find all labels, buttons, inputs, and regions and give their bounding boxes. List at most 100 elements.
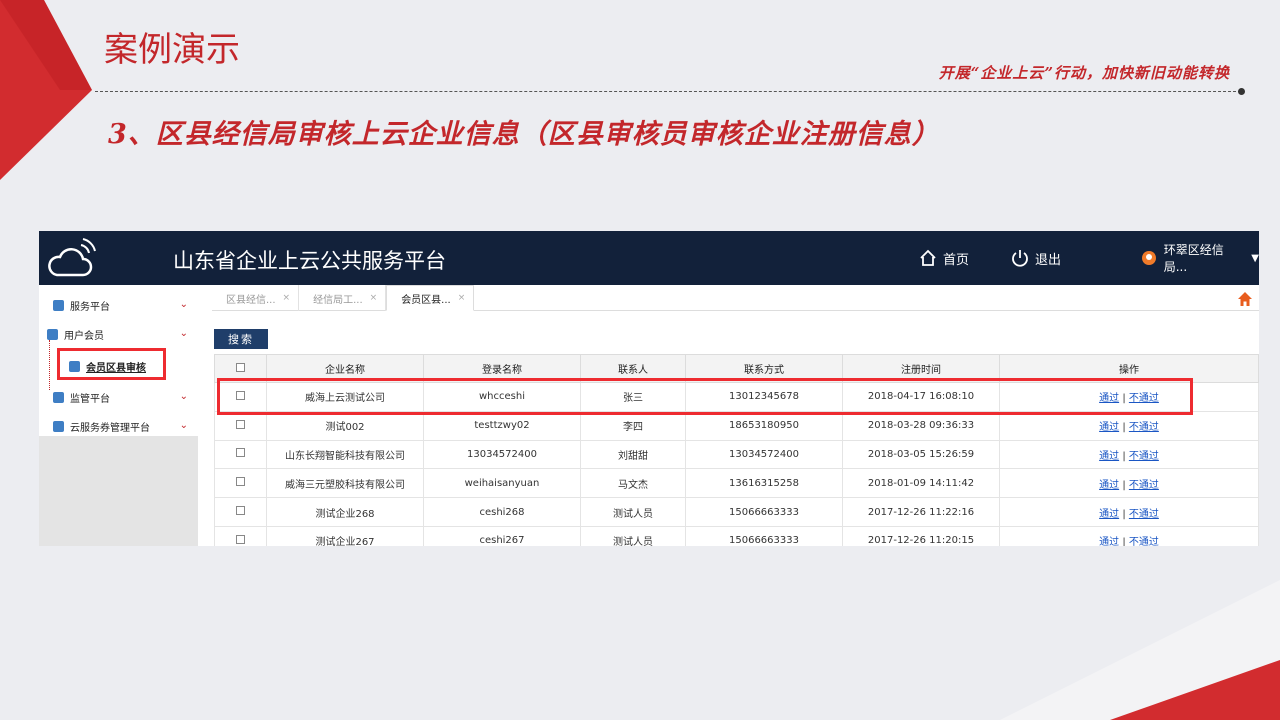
sidebar-item-label: 监管平台 [70,394,110,405]
cell-name: 测试企业268 [266,497,424,527]
sidebar-item-label: 云服务券管理平台 [70,423,150,434]
cell-time: 2018-01-09 14:11:42 [842,468,1000,499]
close-icon[interactable]: × [370,293,378,303]
op-separator: | [1122,450,1126,462]
slogan: 开展“企业上云”行动，加快新旧动能转换 [938,64,1230,82]
sidebar-item-label: 用户会员 [64,331,104,342]
tree-connector-line [49,340,50,390]
checkbox[interactable] [236,419,245,429]
cell-name: 测试002 [266,410,424,441]
reject-link[interactable]: 不通过 [1129,422,1159,433]
tab-bureau-work[interactable]: 经信局工... × [299,285,387,311]
checkbox[interactable] [236,477,245,487]
chevron-down-icon: ⌄ [179,420,188,431]
close-icon[interactable]: × [283,293,291,303]
cell-operations: 通过 | 不通过 [999,497,1259,527]
cell-login: 13034572400 [423,439,581,470]
slide-subtitle: 3、区县经信局审核上云企业信息（区县审核员审核企业注册信息） [108,119,940,150]
row-select-cell[interactable] [214,497,267,527]
corner-decoration [1000,580,1280,720]
checkbox[interactable] [236,448,245,458]
power-icon [1012,250,1028,267]
logout-nav-label: 退出 [1035,252,1062,268]
sidebar-item-service-platform[interactable]: 服务平台 ⌄ [39,291,198,320]
cell-operations: 通过 | 不通过 [999,468,1259,499]
cell-phone: 13616315258 [685,468,843,499]
pass-link[interactable]: 通过 [1099,537,1119,546]
op-separator: | [1122,508,1126,520]
reject-link[interactable]: 不通过 [1129,509,1159,520]
pass-link[interactable]: 通过 [1099,422,1119,433]
row-select-cell[interactable] [214,410,267,441]
tab-member-county[interactable]: 会员区县... × [386,285,475,311]
tab-label: 经信局工... [313,294,363,306]
logout-nav-button[interactable]: 退出 [1011,231,1061,285]
cell-phone: 15066663333 [685,525,843,546]
sidebar-item-label: 服务平台 [70,302,110,313]
menu-square-icon [53,392,64,403]
highlight-box-row [217,378,1193,415]
cell-operations: 通过 | 不通过 [999,439,1259,470]
home-icon[interactable] [1237,291,1253,307]
sidebar-item-voucher-platform[interactable]: 云服务券管理平台 ⌄ [39,412,198,441]
table-row: 山东长翔智能科技有限公司 13034572400 刘甜甜 13034572400 201… [214,439,1259,470]
cell-contact: 李四 [580,410,686,441]
reject-link[interactable]: 不通过 [1129,451,1159,462]
highlight-box-sidebar [57,348,166,380]
cell-contact: 马文杰 [580,468,686,499]
top-bar: 山东省企业上云公共服务平台 首页 退出 环翠区经信局... ▼ [39,231,1259,285]
cell-time: 2018-03-05 15:26:59 [842,439,1000,470]
cell-name: 测试企业267 [266,525,424,546]
op-separator: | [1122,537,1126,546]
row-select-cell[interactable] [214,439,267,470]
caret-down-icon: ▼ [1251,252,1259,264]
home-nav-label: 首页 [943,252,970,268]
divider-dot [1238,88,1245,95]
row-select-cell[interactable] [214,468,267,499]
cell-phone: 13034572400 [685,439,843,470]
chevron-down-icon: ⌄ [179,328,188,339]
user-menu[interactable]: 环翠区经信局... ▼ [1142,231,1259,285]
reject-link[interactable]: 不通过 [1129,480,1159,491]
checkbox[interactable] [236,534,245,544]
tab-county-info[interactable]: 区县经信... × [212,285,300,311]
home-icon [920,249,936,266]
cell-phone: 18653180950 [685,410,843,441]
app-screenshot: 山东省企业上云公共服务平台 首页 退出 环翠区经信局... ▼ 服务平台 ⌄ 用… [39,231,1259,546]
checkbox[interactable] [236,506,245,516]
reject-link[interactable]: 不通过 [1129,537,1159,546]
cell-time: 2017-12-26 11:20:15 [842,525,1000,546]
sidebar-item-user-members[interactable]: 用户会员 ⌄ [39,320,198,349]
cloud-logo-icon [48,238,96,277]
cell-contact: 测试人员 [580,497,686,527]
cell-contact: 刘甜甜 [580,439,686,470]
cell-login: weihaisanyuan [423,468,581,499]
chevron-down-icon: ⌄ [179,391,188,402]
cell-contact: 测试人员 [580,525,686,546]
table-row: 测试企业268 ceshi268 测试人员 15066663333 2017-12-26… [214,497,1259,527]
pass-link[interactable]: 通过 [1099,480,1119,491]
cell-login: ceshi268 [423,497,581,527]
user-name: 环翠区经信局... [1163,243,1224,274]
menu-square-icon [53,421,64,432]
cell-operations: 通过 | 不通过 [999,525,1259,546]
user-avatar-icon [1142,251,1156,265]
sidebar-item-supervision-platform[interactable]: 监管平台 ⌄ [39,383,198,412]
search-button[interactable]: 搜索 [214,329,268,349]
table-row: 测试企业267 ceshi267 测试人员 15066663333 2017-12-26… [214,525,1259,546]
home-nav-button[interactable]: 首页 [919,231,969,285]
pass-link[interactable]: 通过 [1099,509,1119,520]
cell-name: 山东长翔智能科技有限公司 [266,439,424,470]
row-select-cell[interactable] [214,525,267,546]
cell-time: 2018-03-28 09:36:33 [842,410,1000,441]
checkbox[interactable] [236,362,245,372]
cell-operations: 通过 | 不通过 [999,410,1259,441]
table-row: 威海三元塑胶科技有限公司 weihaisanyuan 马文杰 13616315258 2… [214,468,1259,499]
sidebar: 服务平台 ⌄ 用户会员 ⌄ 会员区县审核 监管平台 ⌄ 云服务券管理平台 ⌄ [39,285,198,546]
tab-bar: 区县经信... × 经信局工... × 会员区县... × [212,285,1259,311]
cell-login: testtzwy02 [423,410,581,441]
cell-time: 2017-12-26 11:22:16 [842,497,1000,527]
chevron-down-icon: ⌄ [179,299,188,310]
close-icon[interactable]: × [458,293,466,303]
pass-link[interactable]: 通过 [1099,451,1119,462]
